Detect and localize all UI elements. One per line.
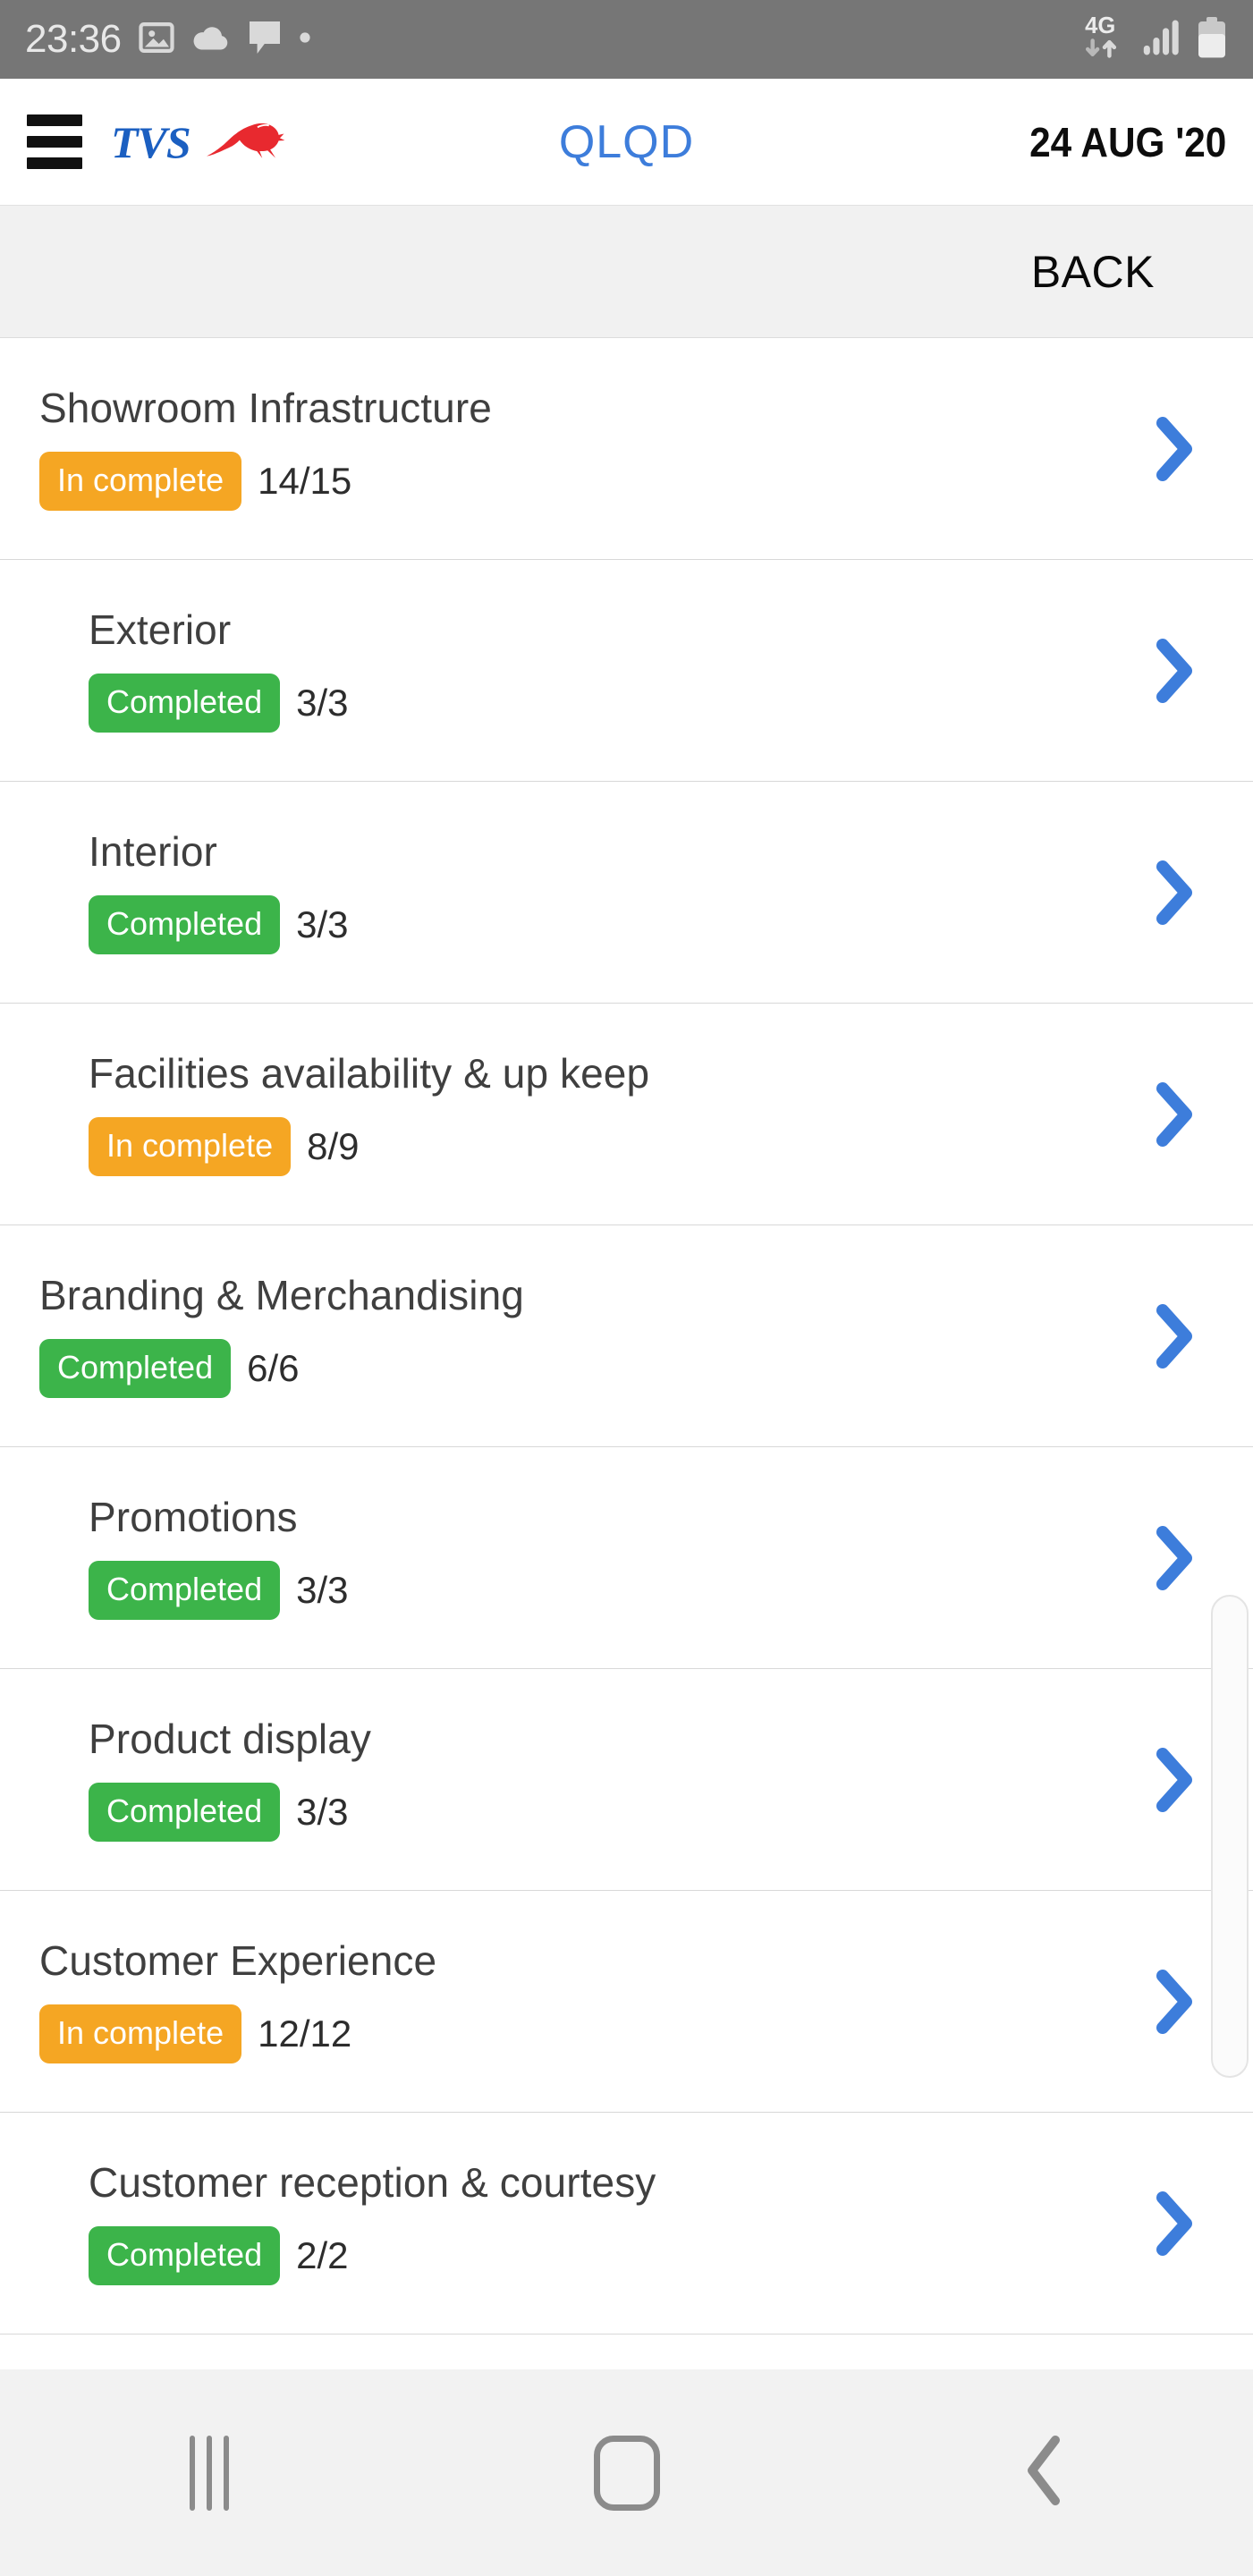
checklist-row[interactable]: Customer Experience In complete 12/12 (0, 1891, 1253, 2113)
checklist-row[interactable]: Showroom Infrastructure In complete 14/15 (0, 338, 1253, 560)
checklist-item-title: Customer reception & courtesy (89, 2158, 656, 2206)
status-badge: Completed (89, 1560, 281, 1620)
recents-button[interactable] (0, 2435, 418, 2511)
checklist-item-title: Promotions (89, 1493, 298, 1540)
back-bar: BACK (0, 206, 1253, 338)
status-badge: Completed (89, 2225, 281, 2285)
chevron-right-icon[interactable] (1092, 1525, 1253, 1591)
completion-count: 6/6 (247, 1346, 300, 1389)
completion-count: 3/3 (296, 1568, 349, 1611)
checklist-item-title: Branding & Merchandising (39, 1271, 524, 1318)
recents-icon (189, 2435, 229, 2511)
checklist-row[interactable]: Product display Completed 3/3 (0, 1669, 1253, 1891)
signal-icon (1142, 18, 1183, 62)
back-button[interactable]: BACK (1031, 246, 1155, 298)
chevron-right-icon[interactable] (1092, 860, 1253, 926)
checklist-item-title: Showroom Infrastructure (39, 384, 492, 431)
image-icon (138, 19, 175, 61)
hamburger-menu-icon[interactable] (27, 114, 82, 169)
checklist-item-meta: Completed 3/3 (89, 894, 1092, 954)
chevron-right-icon[interactable] (1092, 2190, 1253, 2257)
battery-icon (1196, 16, 1228, 64)
checklist-item-title: Customer Experience (39, 1936, 437, 1984)
checklist-row-body: Customer reception & courtesy Completed 2/… (0, 2162, 1092, 2285)
status-bar-clock: 23:36 (25, 17, 122, 61)
system-navigation-bar (0, 2369, 1253, 2576)
checklist-row-body: Interior Completed 3/3 (0, 831, 1092, 954)
checklist-row[interactable]: Branding & Merchandising Completed 6/6 (0, 1225, 1253, 1447)
completion-count: 8/9 (307, 1124, 360, 1167)
checklist-list[interactable]: Showroom Infrastructure In complete 14/15 E… (0, 338, 1253, 2370)
checklist-item-meta: In complete 14/15 (39, 451, 1092, 511)
status-badge: Completed (89, 1782, 281, 1842)
checklist-item-title: Exterior (89, 606, 232, 653)
checklist-row-body: Exterior Completed 3/3 (0, 609, 1092, 733)
checklist-row-body: Showroom Infrastructure In complete 14/15 (0, 387, 1092, 511)
checklist-row[interactable]: Promotions Completed 3/3 (0, 1447, 1253, 1669)
status-badge: In complete (89, 1116, 292, 1176)
checklist-row-body: Branding & Merchandising Completed 6/6 (0, 1275, 1092, 1398)
checklist-item-title: Facilities availability & up keep (89, 1049, 650, 1097)
dot-icon (299, 31, 311, 48)
message-icon (247, 19, 283, 61)
chevron-right-icon[interactable] (1092, 1303, 1253, 1369)
app-header: TVS QLQD 24 AUG '20 (0, 79, 1253, 206)
completion-count: 12/12 (258, 2012, 352, 2055)
checklist-row-body: Product display Completed 3/3 (0, 1718, 1092, 1842)
checklist-item-meta: Completed 6/6 (39, 1338, 1092, 1398)
status-badge: In complete (39, 451, 242, 511)
checklist-row[interactable]: Exterior Completed 3/3 (0, 560, 1253, 782)
checklist-row[interactable]: Interior Completed 3/3 (0, 782, 1253, 1004)
completion-count: 3/3 (296, 681, 349, 724)
data-transfer-icon: 4G (1083, 12, 1130, 68)
home-icon (593, 2435, 660, 2511)
checklist-item-meta: Completed 2/2 (89, 2225, 1092, 2285)
phone-screen: 23:36 4G TVS QLQD 24 AUG '20 BACK Showro… (0, 0, 1253, 2576)
checklist-item-meta: In complete 8/9 (89, 1116, 1092, 1176)
chevron-right-icon[interactable] (1092, 1081, 1253, 1148)
chevron-right-icon[interactable] (1092, 416, 1253, 482)
completion-count: 2/2 (296, 2233, 349, 2276)
checklist-row-body: Promotions Completed 3/3 (0, 1496, 1092, 1620)
scrollbar-thumb[interactable] (1211, 1595, 1249, 2078)
status-bar: 23:36 4G (0, 0, 1253, 79)
completion-count: 3/3 (296, 1790, 349, 1833)
back-icon (1020, 2433, 1070, 2512)
checklist-item-meta: Completed 3/3 (89, 1782, 1092, 1842)
completion-count: 3/3 (296, 902, 349, 945)
status-badge: In complete (39, 2004, 242, 2063)
status-badge: Completed (89, 894, 281, 954)
status-bar-right: 4G (1083, 12, 1228, 68)
status-badge: Completed (39, 1338, 232, 1398)
checklist-row-body: Facilities availability & up keep In comp… (0, 1053, 1092, 1176)
checklist-item-title: Product display (89, 1715, 371, 1762)
cloud-icon (191, 22, 231, 57)
svg-text:4G: 4G (1085, 13, 1115, 38)
checklist-item-meta: Completed 3/3 (89, 673, 1092, 733)
checklist-item-title: Interior (89, 827, 217, 875)
chevron-right-icon[interactable] (1092, 638, 1253, 704)
status-badge: Completed (89, 673, 281, 733)
checklist-row-body: Customer Experience In complete 12/12 (0, 1940, 1092, 2063)
checklist-item-meta: In complete 12/12 (39, 2004, 1092, 2063)
brand-logo: TVS (111, 114, 309, 169)
checklist-item-meta: Completed 3/3 (89, 1560, 1092, 1620)
tvs-horse-logo-icon (203, 114, 309, 169)
header-date: 24 AUG '20 (1029, 118, 1226, 165)
status-bar-left: 23:36 (25, 17, 311, 62)
home-button[interactable] (418, 2435, 835, 2511)
back-nav-button[interactable] (835, 2433, 1253, 2512)
brand-name: TVS (111, 116, 191, 167)
checklist-row[interactable]: Customer reception & courtesy Completed 2/… (0, 2113, 1253, 2334)
completion-count: 14/15 (258, 459, 352, 502)
checklist-row[interactable]: Facilities availability & up keep In comp… (0, 1004, 1253, 1225)
